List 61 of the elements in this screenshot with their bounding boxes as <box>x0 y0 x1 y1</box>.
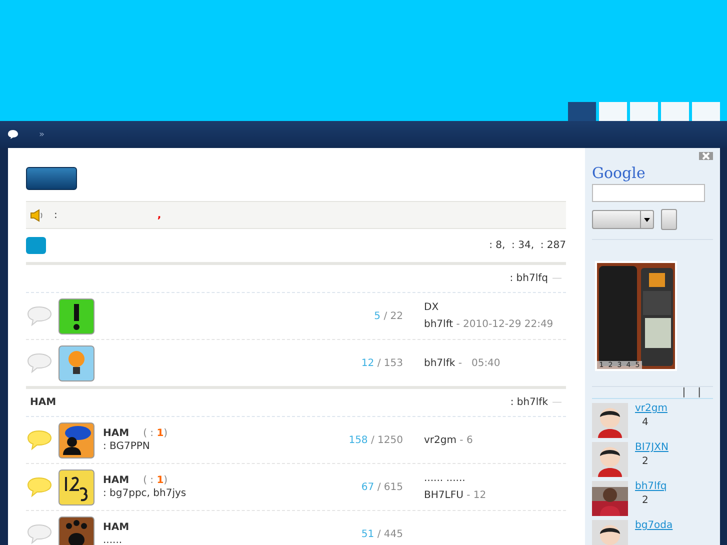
forum-name[interactable]: HAM <box>103 475 130 486</box>
avatar-icon <box>592 403 628 438</box>
last-post-info: bh7lfk - 05:40 <box>424 358 500 368</box>
forum-description: : bg7ppc, bh7jys <box>103 488 188 499</box>
forum-description: ...... <box>103 535 124 545</box>
search-button[interactable] <box>661 209 677 230</box>
speech-bubble-icon <box>26 305 53 327</box>
exclamation-icon <box>58 298 95 334</box>
forum-description: : BG7PPN <box>103 441 151 452</box>
last-post-title[interactable]: ...... ...... <box>424 473 486 484</box>
square-icon <box>26 237 46 254</box>
search-logo: Google <box>592 164 646 182</box>
nav-tab[interactable] <box>661 102 689 121</box>
moderator-trail: — <box>552 397 562 408</box>
close-button[interactable] <box>699 152 713 160</box>
moderator-trail: — <box>552 273 562 284</box>
caret-icon <box>644 218 650 222</box>
topic-post-count: 51 / 445 <box>361 528 403 540</box>
link-separator: | <box>698 387 701 398</box>
nav-tab[interactable] <box>692 102 720 121</box>
member-count: 2 <box>642 495 650 506</box>
last-post-info: BH7LFU - 12 <box>424 490 486 501</box>
topic-post-count: 5 / 22 <box>374 310 403 322</box>
breadcrumb-separator: » <box>39 130 45 140</box>
notice-mark: , <box>157 210 162 220</box>
forum-name[interactable]: HAM <box>103 522 130 533</box>
avatar-icon <box>592 442 628 477</box>
member-count: 2 <box>642 456 650 467</box>
section-moderator: : bh7lfk <box>510 397 548 408</box>
member-count: 4 <box>642 417 650 428</box>
forum-name[interactable]: HAM <box>103 428 130 439</box>
paw-icon <box>58 516 95 545</box>
speech-bubble-icon <box>26 523 53 545</box>
last-post-info: vr2gm - 6 <box>424 434 473 446</box>
last-post-title[interactable]: DX <box>424 302 554 313</box>
speaker-icon <box>30 208 44 222</box>
topic-post-count: 67 / 615 <box>361 482 403 492</box>
search-field[interactable] <box>592 184 705 202</box>
nav-tab[interactable] <box>568 102 596 121</box>
section-title[interactable]: HAM <box>30 397 56 408</box>
forum-stats: : 8, : 34, : 287 <box>489 240 566 251</box>
topic-post-count: 12 / 153 <box>361 358 403 368</box>
post-button[interactable] <box>26 167 77 190</box>
speech-bubble-icon <box>26 352 53 374</box>
notice-separator: : <box>54 210 58 220</box>
today-count: ( : 1) <box>143 475 168 486</box>
nav-tab[interactable] <box>599 102 627 121</box>
today-count: ( : 1) <box>143 428 168 439</box>
speech-bubble-icon <box>26 429 53 451</box>
lightbulb-icon <box>58 344 95 382</box>
topic-post-count: 158 / 1250 <box>348 434 403 446</box>
nav-tab[interactable] <box>630 102 658 121</box>
numbers-icon <box>58 468 95 506</box>
link-separator: | <box>682 387 686 398</box>
last-post-info: bh7lft - 2010-12-29 22:49 <box>424 319 554 330</box>
avatar-icon <box>592 520 628 545</box>
speech-bubble-icon[interactable] <box>7 129 19 140</box>
search-dropdown[interactable] <box>592 210 654 229</box>
section-moderator: : bh7lfq <box>510 273 548 284</box>
person-chat-icon <box>58 422 95 458</box>
speech-bubble-icon <box>26 476 53 498</box>
